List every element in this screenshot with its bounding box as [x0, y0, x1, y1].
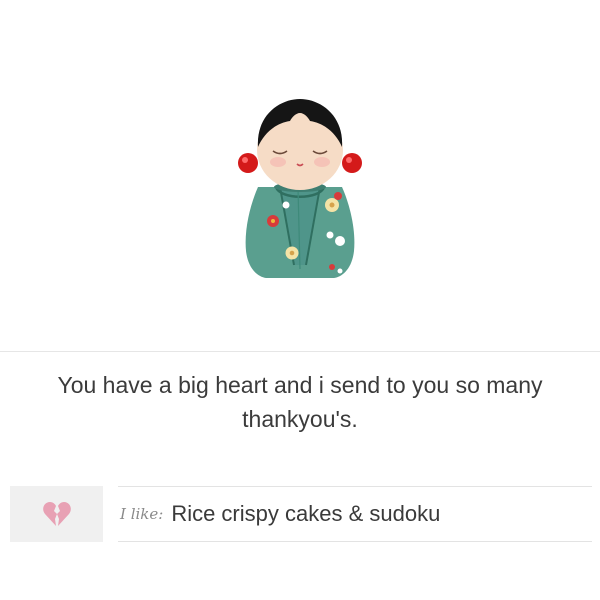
section-divider — [0, 351, 600, 352]
likes-row: I like: Rice crispy cakes & sudoku — [10, 486, 592, 542]
heart-badge — [10, 486, 103, 542]
product-image — [0, 0, 600, 350]
likes-label: I like: — [120, 505, 164, 523]
likes-value: Rice crispy cakes & sudoku — [171, 501, 441, 526]
kokeshi-doll-image — [238, 99, 362, 278]
likes-field: I like: Rice crispy cakes & sudoku — [118, 486, 592, 542]
message-text: You have a big heart and i send to you s… — [57, 372, 543, 432]
broken-heart-icon — [42, 502, 71, 526]
